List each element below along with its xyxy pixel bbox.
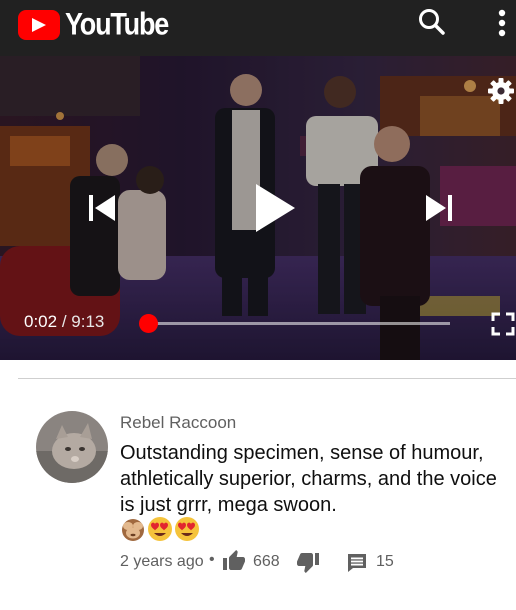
seek-bar-thumb[interactable] [139,314,158,333]
search-icon [419,9,445,35]
meta-dot: • [209,551,215,568]
more-options-button[interactable] [492,5,512,41]
logo-text: YouTube [65,6,169,42]
avatar[interactable] [36,411,108,483]
skip-next-icon [426,195,452,221]
skip-previous-icon [89,195,115,221]
reply-count: 15 [376,553,394,570]
more-vert-icon [498,9,506,37]
reply-comment-icon [348,554,366,572]
dislike-button[interactable] [296,550,320,574]
heart-eyes-emoji [148,517,172,541]
fullscreen-icon [491,312,515,336]
previous-video-button[interactable] [86,192,120,224]
play-icon [256,184,295,232]
fullscreen-button[interactable] [491,312,515,336]
settings-button[interactable] [486,76,516,106]
duration: 9:13 [71,312,105,331]
see-no-evil-monkey-emoji [122,519,144,541]
time-display: 0:02 / 9:13 [24,312,104,332]
comment-meta: 2 years ago • 668 15 [120,549,500,575]
comment-time: 2 years ago [120,553,204,570]
video-player[interactable]: 0:02 / 9:13 [0,56,516,360]
comment-text: Outstanding specimen, sense of humour, a… [120,442,497,516]
thumb-down-icon [297,553,319,573]
comment-author[interactable]: Rebel Raccoon [120,413,236,433]
time-separator: / [61,312,67,331]
comment-emojis [120,516,200,542]
gear-icon [488,78,514,104]
play-pause-button[interactable] [251,180,299,236]
next-video-button[interactable] [422,192,456,224]
current-time: 0:02 [24,312,58,331]
section-divider [18,378,516,379]
youtube-logo[interactable]: YouTube [18,6,169,42]
youtube-play-logo-icon [18,9,60,40]
search-button[interactable] [416,6,448,38]
reply-button[interactable] [345,551,369,575]
cat-avatar-image [36,411,108,483]
like-count: 668 [253,553,280,570]
top-app-bar: YouTube [0,0,516,56]
like-button[interactable] [222,549,246,573]
seek-bar[interactable] [148,322,450,325]
heart-eyes-emoji [175,517,199,541]
thumb-up-icon [223,550,245,570]
